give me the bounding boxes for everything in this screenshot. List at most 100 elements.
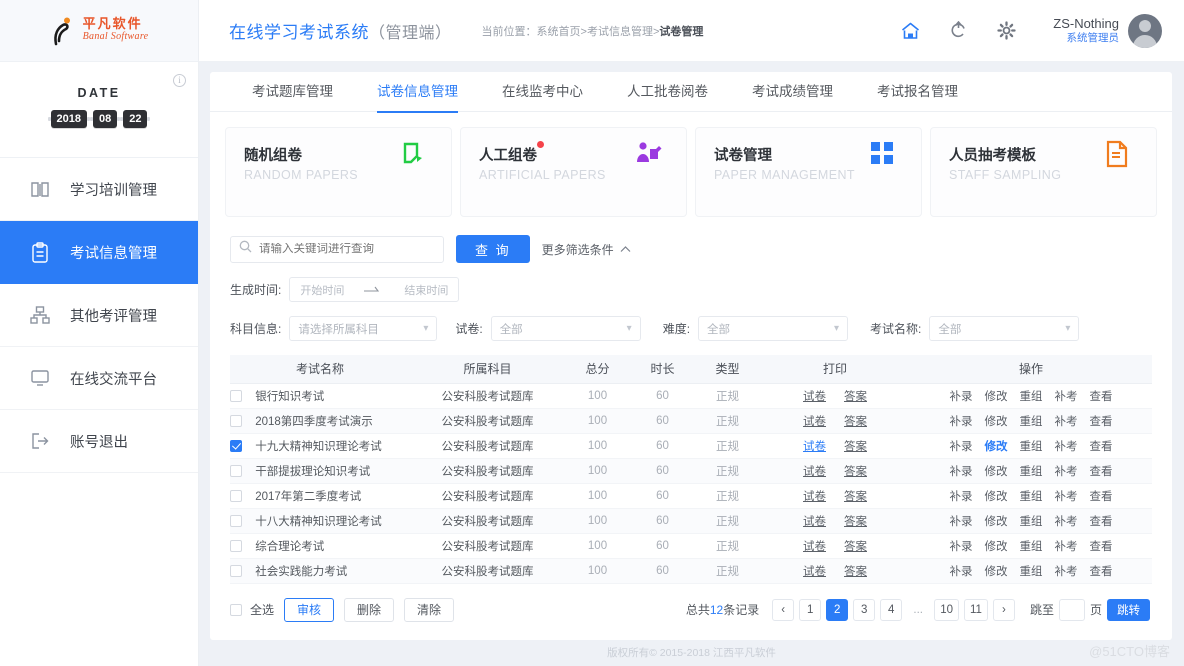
tab-question-bank[interactable]: 考试题库管理 bbox=[230, 72, 355, 112]
page-number-10[interactable]: 10 bbox=[934, 599, 959, 621]
select-all-control[interactable]: 全选 bbox=[230, 601, 274, 618]
search-input[interactable] bbox=[259, 243, 435, 255]
print-link-answer[interactable]: 答案 bbox=[844, 416, 867, 428]
op-修改[interactable]: 修改 bbox=[985, 541, 1008, 553]
op-修改[interactable]: 修改 bbox=[985, 391, 1008, 403]
print-link-paper[interactable]: 试卷 bbox=[803, 416, 826, 428]
op-重组[interactable]: 重组 bbox=[1020, 416, 1043, 428]
jump-page-input[interactable] bbox=[1059, 599, 1085, 621]
op-查看[interactable]: 查看 bbox=[1090, 541, 1113, 553]
op-重组[interactable]: 重组 bbox=[1020, 491, 1043, 503]
op-查看[interactable]: 查看 bbox=[1090, 441, 1113, 453]
info-icon[interactable]: i bbox=[173, 74, 186, 87]
clear-button[interactable]: 清除 bbox=[404, 598, 454, 622]
page-number-11[interactable]: 11 bbox=[964, 599, 988, 621]
print-link-paper[interactable]: 试卷 bbox=[803, 466, 826, 478]
op-补考[interactable]: 补考 bbox=[1055, 566, 1078, 578]
print-link-answer[interactable]: 答案 bbox=[844, 541, 867, 553]
op-查看[interactable]: 查看 bbox=[1090, 491, 1113, 503]
op-重组[interactable]: 重组 bbox=[1020, 566, 1043, 578]
op-重组[interactable]: 重组 bbox=[1020, 541, 1043, 553]
print-link-answer[interactable]: 答案 bbox=[844, 441, 867, 453]
op-查看[interactable]: 查看 bbox=[1090, 566, 1113, 578]
row-checkbox[interactable] bbox=[230, 465, 242, 477]
sidebar-item-logout[interactable]: 账号退出 bbox=[0, 410, 198, 473]
op-修改[interactable]: 修改 bbox=[985, 416, 1008, 428]
audit-button[interactable]: 审核 bbox=[284, 598, 334, 622]
tab-registration[interactable]: 考试报名管理 bbox=[855, 72, 980, 112]
op-补录[interactable]: 补录 bbox=[950, 566, 973, 578]
op-补录[interactable]: 补录 bbox=[950, 541, 973, 553]
tab-proctoring[interactable]: 在线监考中心 bbox=[480, 72, 605, 112]
card-paper-management[interactable]: 试卷管理 PAPER MANAGEMENT bbox=[695, 127, 922, 217]
op-重组[interactable]: 重组 bbox=[1020, 466, 1043, 478]
row-checkbox[interactable] bbox=[230, 540, 242, 552]
op-补录[interactable]: 补录 bbox=[950, 466, 973, 478]
exam-name-select[interactable]: 全部 ▾ bbox=[929, 316, 1079, 341]
op-修改[interactable]: 修改 bbox=[985, 566, 1008, 578]
op-查看[interactable]: 查看 bbox=[1090, 516, 1113, 528]
op-查看[interactable]: 查看 bbox=[1090, 466, 1113, 478]
op-修改[interactable]: 修改 bbox=[985, 491, 1008, 503]
page-prev-button[interactable]: ‹ bbox=[772, 599, 794, 621]
page-next-button[interactable]: › bbox=[993, 599, 1015, 621]
print-link-paper[interactable]: 试卷 bbox=[803, 541, 826, 553]
op-补考[interactable]: 补考 bbox=[1055, 441, 1078, 453]
tab-score-management[interactable]: 考试成绩管理 bbox=[730, 72, 855, 112]
page-number-4[interactable]: 4 bbox=[880, 599, 902, 621]
op-补录[interactable]: 补录 bbox=[950, 441, 973, 453]
op-补考[interactable]: 补考 bbox=[1055, 516, 1078, 528]
subject-select[interactable]: 请选择所属科目 ▾ bbox=[289, 316, 437, 341]
op-查看[interactable]: 查看 bbox=[1090, 416, 1113, 428]
op-重组[interactable]: 重组 bbox=[1020, 391, 1043, 403]
refresh-icon[interactable] bbox=[947, 20, 969, 42]
op-补录[interactable]: 补录 bbox=[950, 516, 973, 528]
op-修改[interactable]: 修改 bbox=[985, 516, 1008, 528]
row-checkbox[interactable] bbox=[230, 515, 242, 527]
avatar[interactable] bbox=[1128, 14, 1162, 48]
row-checkbox[interactable] bbox=[230, 565, 242, 577]
print-link-paper[interactable]: 试卷 bbox=[803, 441, 826, 453]
tab-paper-info[interactable]: 试卷信息管理 bbox=[355, 72, 480, 112]
row-checkbox[interactable] bbox=[230, 440, 242, 452]
sidebar-item-study-training[interactable]: 学习培训管理 bbox=[0, 158, 198, 221]
tab-manual-grading[interactable]: 人工批卷阅卷 bbox=[605, 72, 730, 112]
row-checkbox[interactable] bbox=[230, 415, 242, 427]
op-补考[interactable]: 补考 bbox=[1055, 541, 1078, 553]
op-补考[interactable]: 补考 bbox=[1055, 391, 1078, 403]
op-重组[interactable]: 重组 bbox=[1020, 516, 1043, 528]
search-box[interactable] bbox=[230, 236, 444, 263]
print-link-answer[interactable]: 答案 bbox=[844, 391, 867, 403]
print-link-answer[interactable]: 答案 bbox=[844, 566, 867, 578]
delete-button[interactable]: 删除 bbox=[344, 598, 394, 622]
op-补考[interactable]: 补考 bbox=[1055, 416, 1078, 428]
select-all-checkbox[interactable] bbox=[230, 604, 242, 616]
home-icon[interactable] bbox=[899, 20, 921, 42]
row-checkbox[interactable] bbox=[230, 490, 242, 502]
more-filter-toggle[interactable]: 更多筛选条件 bbox=[542, 241, 631, 258]
op-查看[interactable]: 查看 bbox=[1090, 391, 1113, 403]
search-button[interactable]: 查 询 bbox=[456, 235, 530, 263]
op-补考[interactable]: 补考 bbox=[1055, 466, 1078, 478]
user-profile[interactable]: ZS-Nothing 系统管理员 bbox=[1053, 14, 1162, 48]
op-重组[interactable]: 重组 bbox=[1020, 441, 1043, 453]
paper-select[interactable]: 全部 ▾ bbox=[491, 316, 641, 341]
page-number-3[interactable]: 3 bbox=[853, 599, 875, 621]
sidebar-item-other-eval[interactable]: 其他考评管理 bbox=[0, 284, 198, 347]
difficulty-select[interactable]: 全部 ▾ bbox=[698, 316, 848, 341]
row-checkbox[interactable] bbox=[230, 390, 242, 402]
print-link-paper[interactable]: 试卷 bbox=[803, 516, 826, 528]
op-补考[interactable]: 补考 bbox=[1055, 491, 1078, 503]
card-staff-sampling[interactable]: 人员抽考模板 STAFF SAMPLING bbox=[930, 127, 1157, 217]
card-artificial-papers[interactable]: 人工组卷 ARTIFICIAL PAPERS bbox=[460, 127, 687, 217]
card-random-papers[interactable]: 随机组卷 RANDOM PAPERS bbox=[225, 127, 452, 217]
date-range-picker[interactable]: 开始时间 结束时间 bbox=[289, 277, 459, 302]
print-link-paper[interactable]: 试卷 bbox=[803, 566, 826, 578]
print-link-paper[interactable]: 试卷 bbox=[803, 391, 826, 403]
op-补录[interactable]: 补录 bbox=[950, 491, 973, 503]
print-link-answer[interactable]: 答案 bbox=[844, 466, 867, 478]
print-link-answer[interactable]: 答案 bbox=[844, 491, 867, 503]
print-link-answer[interactable]: 答案 bbox=[844, 516, 867, 528]
op-修改[interactable]: 修改 bbox=[985, 441, 1008, 453]
page-number-1[interactable]: 1 bbox=[799, 599, 821, 621]
